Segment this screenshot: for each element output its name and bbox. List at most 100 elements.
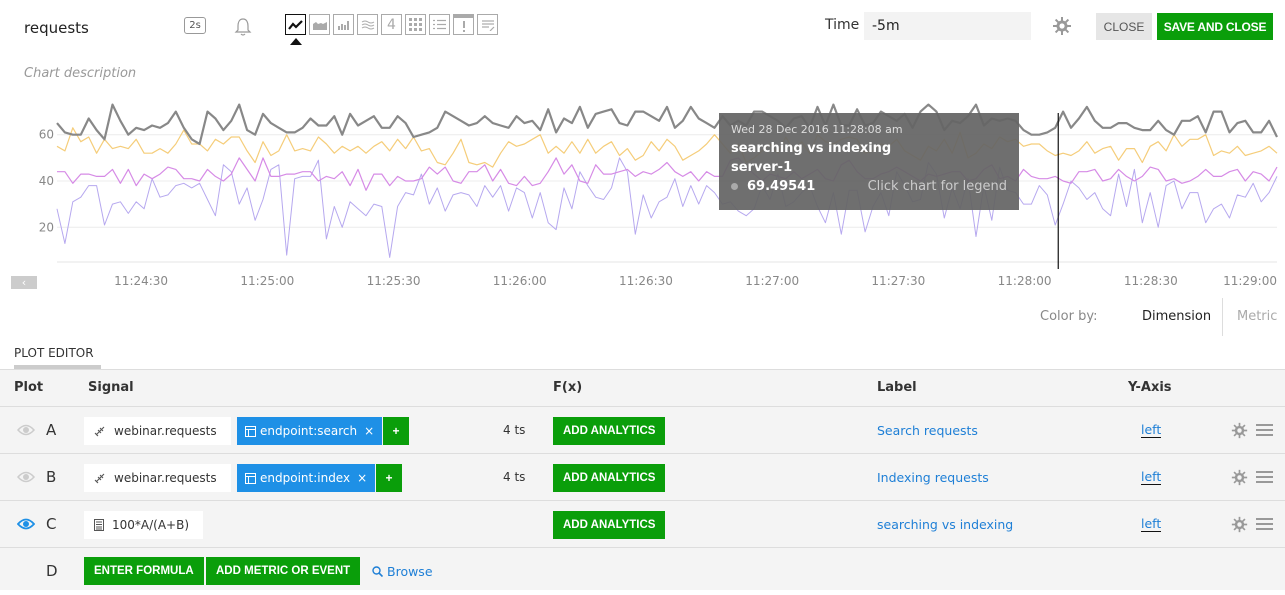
heatmap-grid-icon[interactable] [405, 14, 426, 35]
x-tick-label: 11:25:00 [240, 274, 294, 288]
chart-tooltip: Wed 28 Dec 2016 11:28:08 am searching vs… [719, 113, 1019, 210]
search-icon [372, 566, 383, 577]
column-header-plot: Plot [14, 380, 44, 395]
time-label: Time [825, 17, 860, 33]
column-header-label: Label [877, 380, 917, 395]
series-line-server-3[interactable] [57, 157, 1278, 191]
column-header-fx: F(x) [553, 380, 583, 395]
column-chart-icon[interactable] [333, 14, 354, 35]
list-icon[interactable] [429, 14, 450, 35]
add-metric-or-event-button[interactable]: ADD METRIC OR EVENT [206, 557, 361, 585]
plot-label[interactable]: Indexing requests [877, 470, 989, 485]
signal-name: webinar.requests [114, 471, 217, 485]
drag-handle-icon[interactable] [1256, 517, 1273, 531]
browse-label: Browse [387, 564, 433, 579]
series-line-server-2[interactable] [56, 127, 1278, 168]
color-by-divider [1222, 298, 1223, 336]
tooltip-source: server-1 [731, 160, 793, 175]
refresh-interval-badge: 2s [184, 17, 206, 34]
gear-icon[interactable] [1052, 16, 1072, 36]
remove-filter-icon[interactable]: × [357, 471, 367, 485]
add-filter-button[interactable]: + [383, 417, 409, 445]
x-tick-label: 11:29:00 [1223, 274, 1277, 288]
gear-icon[interactable] [1231, 516, 1248, 533]
heatmap-histogram-icon[interactable] [357, 14, 378, 35]
filter-chip[interactable]: endpoint:index × [237, 464, 376, 492]
plot-letter: B [46, 468, 57, 486]
signal-input[interactable]: webinar.requests [84, 464, 231, 492]
x-tick-label: 11:26:00 [493, 274, 547, 288]
filter-value: endpoint:index [260, 471, 351, 485]
browse-link[interactable]: Browse [372, 564, 433, 579]
column-header-signal: Signal [88, 380, 134, 395]
event-feed-icon[interactable] [453, 14, 474, 35]
drag-handle-icon[interactable] [1256, 470, 1273, 484]
tooltip-timestamp: Wed 28 Dec 2016 11:28:08 am [731, 123, 903, 136]
y-tick-label: 40 [39, 174, 54, 188]
time-range-input[interactable] [864, 12, 1031, 40]
formula-text: 100*A/(A+B) [112, 518, 190, 532]
x-tick-label: 11:28:00 [998, 274, 1052, 288]
metric-icon [94, 473, 105, 484]
line-chart[interactable]: 20 40 60 11:24:30 11:25:00 11:25:30 11:26:00 1… [0, 100, 1285, 300]
signal-input[interactable]: webinar.requests [84, 417, 231, 445]
chart-description-input[interactable]: Chart description [24, 66, 136, 81]
plot-row-a: A webinar.requests endpoint:search × + 4… [0, 407, 1285, 454]
signal-name: webinar.requests [114, 424, 217, 438]
text-note-icon[interactable] [477, 14, 498, 35]
remove-filter-icon[interactable]: × [364, 424, 374, 438]
x-tick-label: 11:26:30 [619, 274, 673, 288]
filter-chip[interactable]: endpoint:search × [237, 417, 383, 445]
single-value-icon[interactable]: 4 [381, 14, 402, 35]
save-and-close-button[interactable]: SAVE AND CLOSE [1157, 13, 1273, 40]
x-tick-label: 11:28:30 [1124, 274, 1178, 288]
add-analytics-button[interactable]: ADD ANALYTICS [553, 417, 666, 445]
plot-label[interactable]: searching vs indexing [877, 517, 1013, 532]
timeseries-count: 4 ts [503, 423, 526, 437]
plot-letter: A [46, 421, 57, 439]
eye-icon[interactable] [17, 470, 35, 484]
enter-formula-button[interactable]: ENTER FORMULA [84, 557, 204, 585]
formula-input[interactable]: 100*A/(A+B) [84, 511, 203, 539]
plot-letter: D [46, 562, 58, 580]
y-axis-selector[interactable]: left [1141, 423, 1162, 438]
eye-icon[interactable] [17, 517, 35, 531]
color-by-dimension-option[interactable]: Dimension [1142, 309, 1211, 324]
color-by-metric-option[interactable]: Metric [1237, 309, 1277, 324]
color-by-label: Color by: [1040, 309, 1098, 324]
drag-handle-icon[interactable] [1256, 423, 1273, 437]
y-axis-selector[interactable]: left [1141, 517, 1162, 532]
y-axis-selector[interactable]: left [1141, 470, 1162, 485]
gear-icon[interactable] [1231, 422, 1248, 439]
add-analytics-button[interactable]: ADD ANALYTICS [553, 511, 666, 539]
eye-icon[interactable] [17, 423, 35, 437]
dimension-icon [245, 472, 256, 484]
column-header-y-axis: Y-Axis [1128, 380, 1172, 395]
series-line-server-4[interactable] [56, 157, 1278, 258]
bell-icon[interactable] [234, 17, 252, 37]
scroll-left-button[interactable]: ‹ [11, 276, 37, 289]
x-tick-label: 11:27:00 [745, 274, 799, 288]
tooltip-hint: Click chart for legend [867, 179, 1007, 194]
add-analytics-button[interactable]: ADD ANALYTICS [553, 464, 666, 492]
tab-plot-editor[interactable]: PLOT EDITOR [14, 346, 94, 360]
chart-title[interactable]: requests [24, 19, 89, 37]
plot-label[interactable]: Search requests [877, 423, 978, 438]
line-chart-icon[interactable] [285, 14, 306, 35]
tooltip-value: 69.49541 [747, 179, 816, 194]
table-header: Plot Signal F(x) Label Y-Axis [0, 370, 1285, 407]
series-color-dot [731, 183, 738, 190]
x-tick-label: 11:24:30 [114, 274, 168, 288]
add-filter-button[interactable]: + [376, 464, 402, 492]
timeseries-count: 4 ts [503, 470, 526, 484]
plot-letter: C [46, 515, 57, 533]
close-button[interactable]: CLOSE [1096, 13, 1152, 40]
plot-editor-table: Plot Signal F(x) Label Y-Axis A webinar.… [0, 369, 1285, 590]
gear-icon[interactable] [1231, 469, 1248, 486]
single-value-glyph: 4 [387, 16, 396, 33]
area-chart-icon[interactable] [309, 14, 330, 35]
x-tick-label: 11:25:30 [367, 274, 421, 288]
calculator-icon [94, 519, 104, 531]
dimension-icon [245, 425, 256, 437]
plot-row-b: B webinar.requests endpoint:index × + 4 … [0, 454, 1285, 501]
